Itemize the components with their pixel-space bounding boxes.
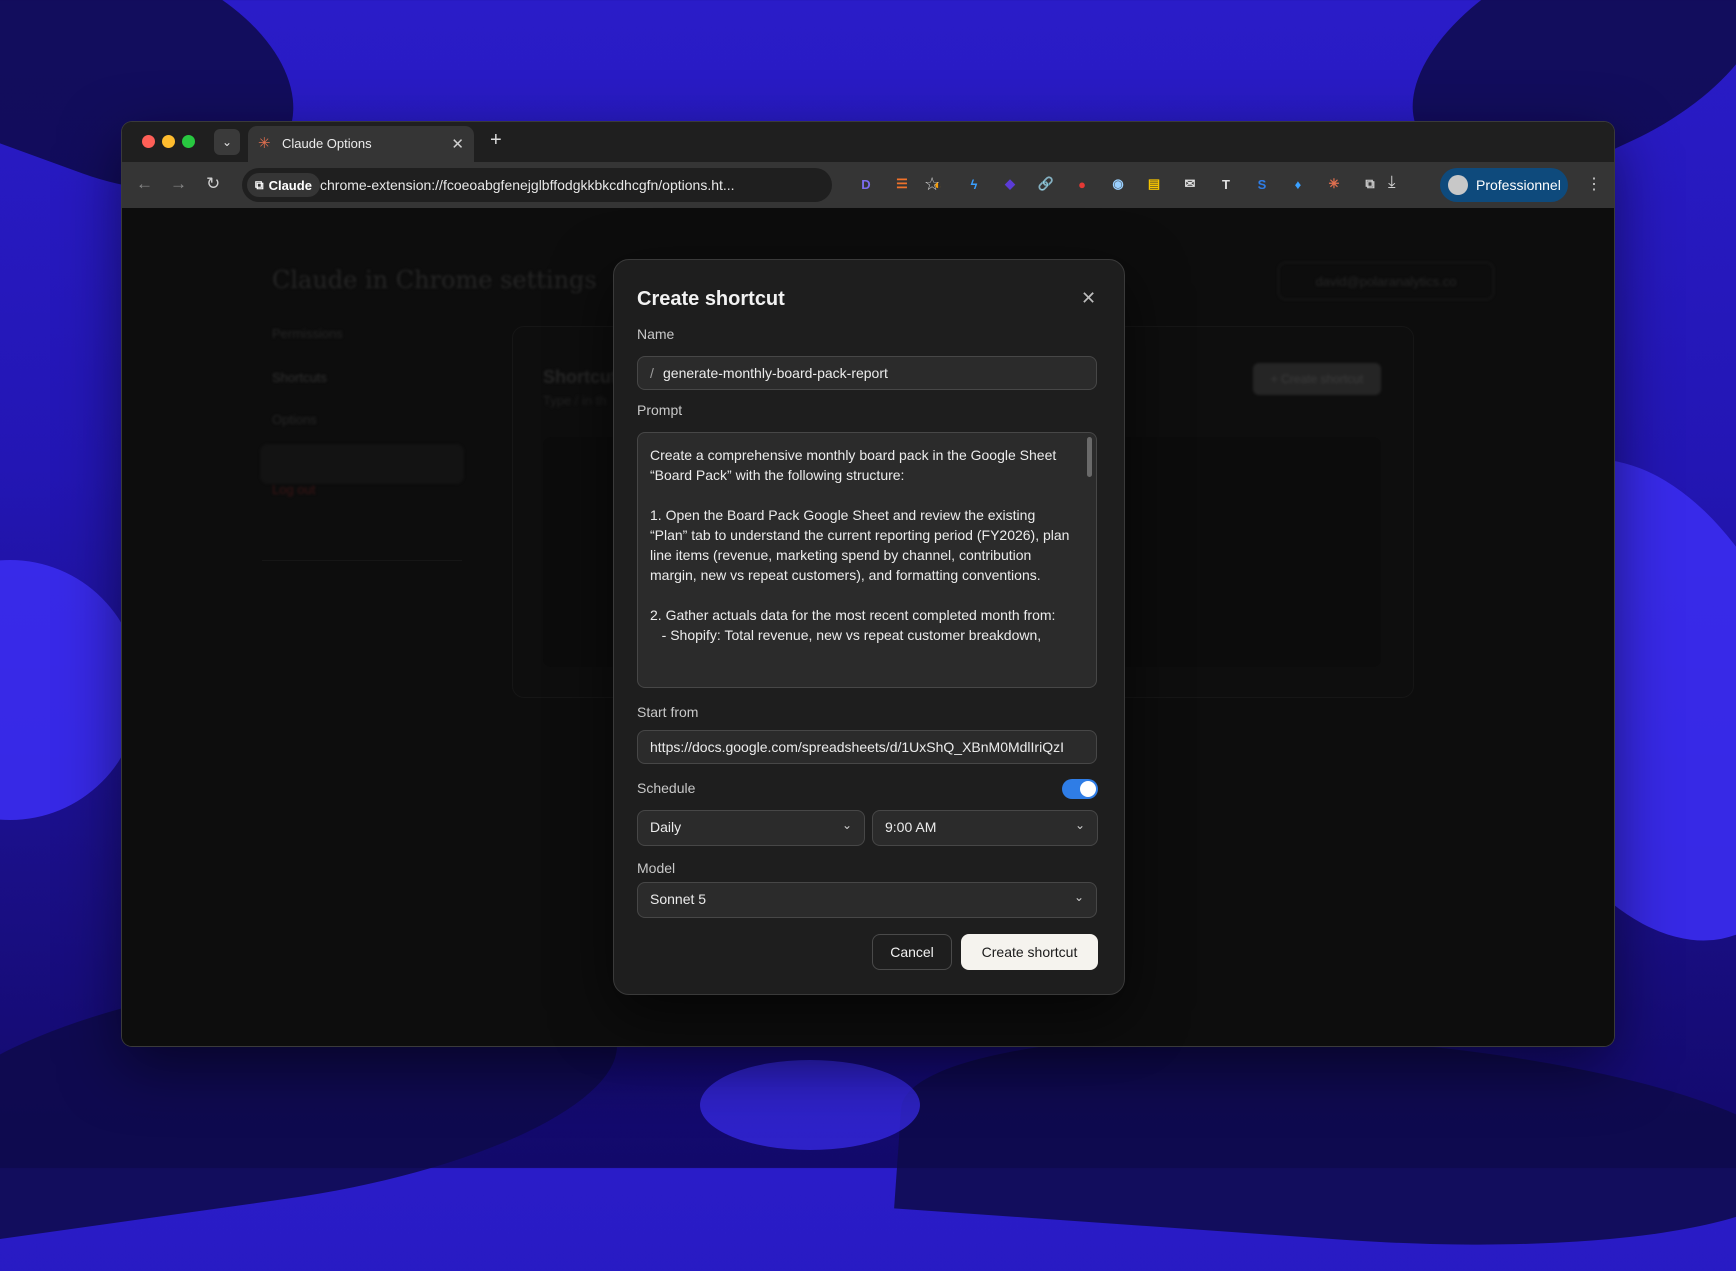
maximize-window-button[interactable] — [182, 135, 195, 148]
prompt-scrollbar[interactable] — [1087, 437, 1092, 477]
extension-icon[interactable]: ✳ — [1324, 174, 1344, 194]
extension-puzzle-icon: ⧉ — [255, 177, 264, 192]
extension-icon[interactable]: 🔗 — [1036, 174, 1056, 194]
forward-arrow-icon[interactable]: → — [170, 174, 187, 194]
dialog-title: Create shortcut — [637, 288, 785, 310]
prompt-textarea[interactable]: Create a comprehensive monthly board pac… — [637, 432, 1097, 688]
extension-chip-label: Claude — [268, 177, 312, 193]
extension-icon[interactable]: ϟ — [964, 174, 984, 194]
close-window-button[interactable] — [142, 135, 155, 148]
model-select[interactable]: Sonnet 5 ⌄ — [637, 882, 1097, 918]
extension-icon[interactable]: ● — [1072, 174, 1092, 194]
back-arrow-icon[interactable]: ← — [136, 174, 153, 194]
schedule-label: Schedule — [637, 780, 696, 796]
close-icon[interactable]: ✕ — [1081, 288, 1096, 309]
create-shortcut-dialog: Create shortcut ✕ Name / generate-monthl… — [613, 259, 1125, 995]
chevron-down-icon: ⌄ — [1073, 890, 1084, 904]
browser-toolbar: ← → ↻ ⧉ Claude chrome-extension://fcoeoa… — [122, 162, 1614, 208]
chevron-down-icon: ⌄ — [841, 818, 852, 832]
name-label: Name — [637, 326, 675, 342]
claude-logo-icon: ✳ — [258, 135, 271, 152]
tab-title: Claude Options — [282, 136, 372, 151]
download-icon[interactable]: ⤓ — [1388, 172, 1396, 192]
extension-icon[interactable]: ☰ — [892, 174, 912, 194]
close-tab-icon[interactable]: ✕ — [451, 135, 464, 153]
extension-icon[interactable]: T — [1216, 174, 1236, 194]
extension-icon[interactable]: S — [1252, 174, 1272, 194]
frequency-value: Daily — [650, 819, 682, 835]
extension-icon[interactable]: ◆ — [1000, 174, 1020, 194]
model-value: Sonnet 5 — [650, 891, 707, 907]
new-tab-plus-icon[interactable]: + — [490, 129, 502, 152]
profile-button[interactable]: Professionnel — [1440, 168, 1568, 202]
model-label: Model — [637, 860, 676, 876]
profile-label: Professionnel — [1476, 177, 1561, 193]
create-shortcut-button[interactable]: Create shortcut — [961, 934, 1098, 970]
start-from-label: Start from — [637, 704, 699, 720]
toggle-knob — [1080, 781, 1096, 797]
extension-icon[interactable]: ◐ — [928, 174, 948, 194]
avatar — [1448, 175, 1468, 195]
prompt-label: Prompt — [637, 402, 683, 418]
menu-kebab-icon[interactable]: ⋮ — [1586, 174, 1602, 194]
tab-claude-options[interactable]: ✳ Claude Options ✕ — [248, 126, 474, 162]
extension-icon[interactable]: ⧉ — [1360, 174, 1380, 194]
start-from-input[interactable]: https://docs.google.com/spreadsheets/d/1… — [637, 730, 1097, 764]
address-bar[interactable]: ⧉ Claude chrome-extension://fcoeoabgfene… — [242, 168, 940, 202]
start-from-value: https://docs.google.com/spreadsheets/d/1… — [650, 739, 1064, 755]
extension-icon[interactable]: ✉ — [1180, 174, 1200, 194]
minimize-window-button[interactable] — [162, 135, 175, 148]
name-value: generate-monthly-board-pack-report — [663, 365, 888, 381]
chevron-down-icon: ⌄ — [1074, 818, 1085, 832]
url-text[interactable]: chrome-extension://fcoeoabgfenejglbffodg… — [320, 177, 735, 193]
prompt-value: Create a comprehensive monthly board pac… — [650, 447, 1070, 643]
extension-chip[interactable]: ⧉ Claude — [247, 173, 320, 197]
extension-icon[interactable]: D — [856, 174, 876, 194]
tab-search-chevron-icon[interactable]: ⌄ — [214, 129, 240, 155]
cancel-button[interactable]: Cancel — [872, 934, 952, 970]
name-field[interactable]: / generate-monthly-board-pack-report — [637, 356, 1097, 390]
frequency-select[interactable]: Daily ⌄ — [637, 810, 865, 846]
schedule-toggle[interactable] — [1062, 779, 1098, 799]
extension-icon[interactable]: ♦ — [1288, 174, 1308, 194]
slash-prefix: / — [650, 365, 654, 381]
extension-icon[interactable]: ▤ — [1144, 174, 1164, 194]
reload-icon[interactable]: ↻ — [206, 174, 220, 194]
tab-bar: ⌄ ✳ Claude Options ✕ + — [122, 122, 1614, 162]
extension-icon[interactable]: ◉ — [1108, 174, 1128, 194]
time-value: 9:00 AM — [885, 819, 937, 835]
time-select[interactable]: 9:00 AM ⌄ — [872, 810, 1098, 846]
